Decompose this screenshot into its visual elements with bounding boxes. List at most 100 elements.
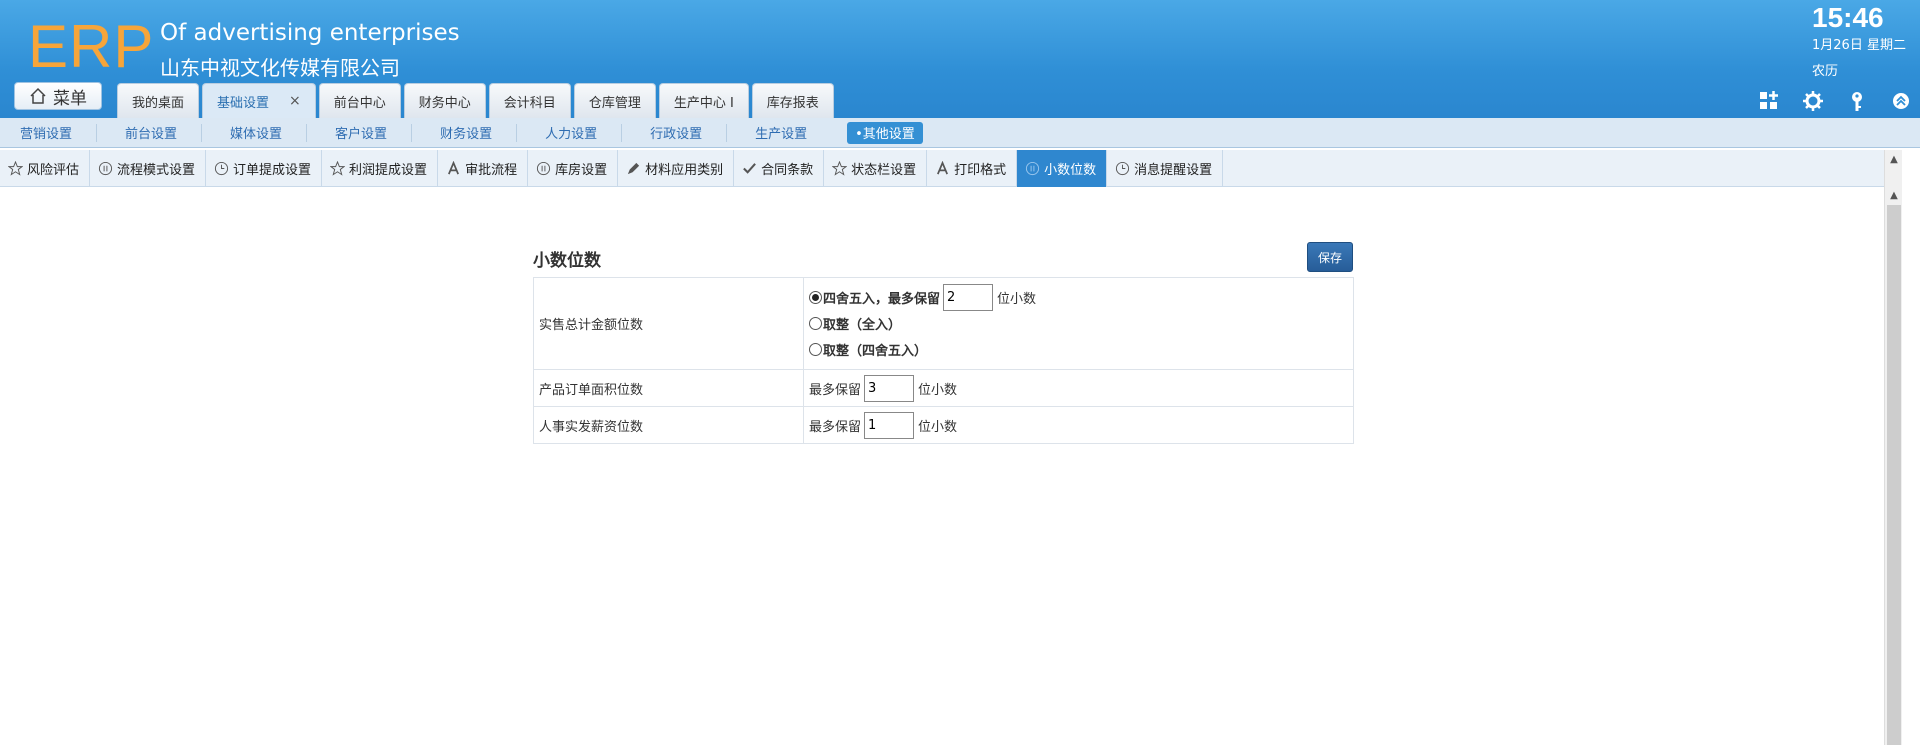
subnav-front-desk[interactable]: 前台设置	[113, 123, 203, 142]
logo: ERP	[28, 13, 155, 80]
subtab-label: 库房设置	[555, 163, 608, 178]
subtab-process-mode[interactable]: 流程模式设置	[90, 150, 207, 187]
tab-inventory-report[interactable]: 库存报表	[751, 83, 834, 118]
clock-icon	[214, 161, 229, 176]
menu-button[interactable]: 菜单	[14, 82, 102, 110]
company-name-en: Of advertising enterprises	[160, 20, 460, 46]
company-name-cn: 山东中视文化传媒有限公司	[160, 56, 400, 80]
collapse-up-icon[interactable]	[1890, 90, 1912, 112]
subtab-status-bar[interactable]: 状态栏设置	[824, 150, 928, 187]
pause-circle-icon	[98, 161, 113, 176]
pause-circle-icon	[537, 161, 551, 176]
unit-label: 位小数	[918, 419, 958, 435]
tab-label: 会计科目	[503, 95, 556, 111]
home-icon	[30, 87, 46, 104]
vertical-scrollbar[interactable]: ▲ ▲	[1884, 150, 1902, 745]
page-title: 小数位数	[533, 251, 601, 271]
radio-button[interactable]	[809, 343, 822, 356]
subtab-message-reminder[interactable]: 消息提醒设置	[1107, 150, 1224, 187]
radio-button[interactable]	[809, 317, 822, 330]
subnav-production[interactable]: 生产设置	[743, 124, 831, 142]
radio-button[interactable]	[809, 291, 822, 304]
tab-finance-center[interactable]: 财务中心	[403, 83, 486, 118]
scroll-up-icon[interactable]: ▲	[1885, 150, 1903, 168]
subtab-warehouse-settings[interactable]: 库房设置	[528, 150, 619, 187]
tab-label: 仓库管理	[588, 95, 641, 111]
prefix-label: 最多保留	[809, 419, 862, 435]
row-value: 四舍五入，最多保留 位小数 取整（全入） 取整（四舍五入）	[803, 277, 1354, 370]
grid-add-icon[interactable]	[1758, 90, 1780, 112]
subtab-label: 材料应用类别	[645, 163, 724, 178]
sub-navigation: 营销设置 前台设置 媒体设置 客户设置 财务设置 人力设置 行政设置 生产设置 …	[0, 118, 1920, 148]
lunar-calendar[interactable]: 农历	[1812, 60, 1838, 79]
subtab-label: 利润提成设置	[349, 163, 428, 178]
subnav-hr[interactable]: 人力设置	[533, 123, 623, 142]
subtab-label: 合同条款	[761, 163, 814, 178]
subtab-profit-commission[interactable]: 利润提成设置	[322, 150, 439, 187]
subnav-other-settings[interactable]: •其他设置	[847, 121, 923, 144]
subtab-label: 打印格式	[954, 163, 1007, 178]
row-label: 人事实发薪资位数	[533, 406, 804, 444]
option-label: 取整（全入）	[823, 318, 902, 333]
subnav-admin[interactable]: 行政设置	[638, 123, 728, 142]
tab-label: 库存报表	[766, 95, 819, 111]
tab-accounting-subjects[interactable]: 会计科目	[488, 83, 571, 118]
pencil-icon	[627, 162, 640, 175]
subtab-print-format[interactable]: 打印格式	[927, 150, 1018, 187]
subnav-customer[interactable]: 客户设置	[323, 123, 413, 142]
gear-icon[interactable]	[1802, 90, 1824, 112]
tab-label: 生产中心 I	[673, 95, 734, 111]
tab-label: 前台中心	[333, 95, 386, 111]
radio-option-round[interactable]: 四舍五入，最多保留 位小数	[809, 284, 1353, 311]
close-icon[interactable]: ×	[289, 93, 301, 109]
tab-label: 财务中心	[418, 95, 471, 111]
subtab-label: 流程模式设置	[117, 163, 196, 178]
subtab-label: 审批流程	[465, 163, 518, 178]
subnav-marketing[interactable]: 营销设置	[8, 123, 98, 142]
unit-label: 位小数	[997, 292, 1037, 307]
decimal-settings-table: 实售总计金额位数 四舍五入，最多保留 位小数 取整（全入） 取整（四舍五入） 产…	[533, 277, 1354, 444]
subtab-label: 小数位数	[1044, 163, 1097, 178]
tab-front-center[interactable]: 前台中心	[318, 83, 401, 118]
tab-basic-settings[interactable]: 基础设置 ×	[202, 83, 316, 118]
subtab-order-commission[interactable]: 订单提成设置	[206, 150, 323, 187]
star-icon	[8, 161, 23, 176]
row-label: 产品订单面积位数	[533, 369, 804, 407]
subtab-decimal-places[interactable]: 小数位数	[1017, 150, 1108, 187]
tab-production-center[interactable]: 生产中心 I	[658, 83, 749, 118]
settings-tabs: 风险评估 流程模式设置 订单提成设置 利润提成设置 审批流程 库房设置 材料应用…	[0, 150, 1884, 187]
tab-my-desktop[interactable]: 我的桌面	[117, 83, 200, 118]
subtab-label: 状态栏设置	[851, 163, 917, 178]
row-label: 实售总计金额位数	[533, 277, 804, 370]
radio-option-round-int[interactable]: 取整（四舍五入）	[809, 337, 1353, 363]
key-icon[interactable]	[1846, 90, 1868, 112]
order-area-decimals-input[interactable]	[864, 374, 915, 402]
tab-label: 我的桌面	[132, 95, 185, 111]
clock-icon	[1116, 161, 1130, 176]
tab-warehouse[interactable]: 仓库管理	[573, 83, 656, 118]
subtab-contract-terms[interactable]: 合同条款	[734, 150, 825, 187]
scroll-up-icon[interactable]: ▲	[1885, 186, 1903, 204]
subtab-label: 订单提成设置	[233, 163, 312, 178]
sales-total-decimals-input[interactable]	[943, 284, 994, 311]
option-label: 取整（四舍五入）	[823, 344, 928, 359]
option-label: 四舍五入，最多保留	[823, 292, 941, 307]
menu-label: 菜单	[53, 88, 87, 109]
subtab-risk-assessment[interactable]: 风险评估	[0, 150, 91, 187]
radio-option-ceil[interactable]: 取整（全入）	[809, 311, 1353, 337]
subnav-media[interactable]: 媒体设置	[218, 123, 308, 142]
row-value: 最多保留 位小数	[803, 369, 1354, 407]
scroll-thumb[interactable]	[1887, 205, 1901, 745]
save-button[interactable]: 保存	[1307, 242, 1353, 272]
table-row: 实售总计金额位数 四舍五入，最多保留 位小数 取整（全入） 取整（四舍五入）	[533, 277, 1354, 370]
star-icon	[832, 161, 848, 176]
clock: 15:46	[1812, 2, 1884, 33]
table-row: 人事实发薪资位数 最多保留 位小数	[533, 406, 1354, 444]
subtab-material-category[interactable]: 材料应用类别	[618, 150, 735, 187]
subtab-label: 风险评估	[27, 163, 80, 178]
subtab-approval-flow[interactable]: 审批流程	[438, 150, 529, 187]
salary-decimals-input[interactable]	[864, 411, 915, 439]
subnav-finance[interactable]: 财务设置	[428, 123, 518, 142]
unit-label: 位小数	[918, 382, 958, 398]
header-toolbar	[1758, 90, 1912, 112]
